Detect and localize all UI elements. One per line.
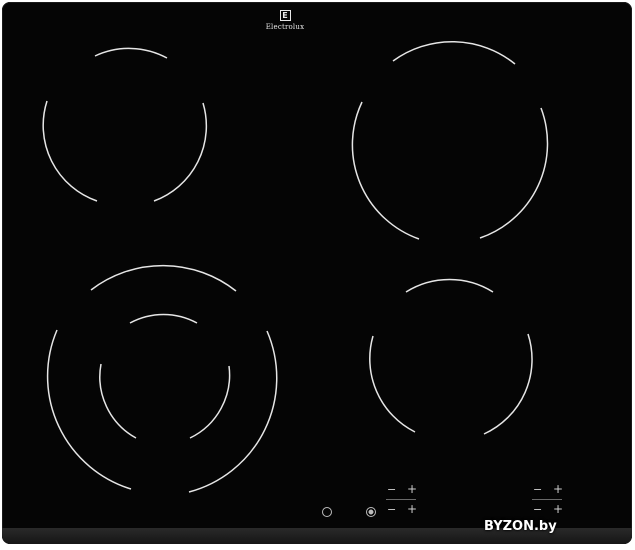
cooking-zones [42,40,549,493]
zone-top-right [351,40,549,240]
right-divider [532,499,562,500]
brand-name: Electrolux [265,23,305,31]
zone-bottom-left-inner [99,313,231,439]
left-divider [386,499,416,500]
right-lower-minus-button[interactable]: − [533,504,542,515]
left-upper-minus-button[interactable]: − [387,484,396,495]
brand-logo: E Electrolux [255,10,315,31]
right-lower-plus-button[interactable]: + [553,503,563,515]
left-lower-plus-button[interactable]: + [407,503,417,515]
power-icon[interactable] [322,507,332,517]
zone-bottom-right [369,278,533,435]
watermark-text: BYZON.by [484,519,557,534]
zone-bottom-left-outer [46,264,278,493]
right-upper-plus-button[interactable]: + [553,483,563,495]
electrolux-logo-icon: E [279,10,291,21]
right-upper-minus-button[interactable]: − [533,484,542,495]
left-lower-minus-button[interactable]: − [387,504,396,515]
lock-icon[interactable] [366,507,376,517]
zone-top-left [42,47,208,202]
left-upper-plus-button[interactable]: + [407,483,417,495]
